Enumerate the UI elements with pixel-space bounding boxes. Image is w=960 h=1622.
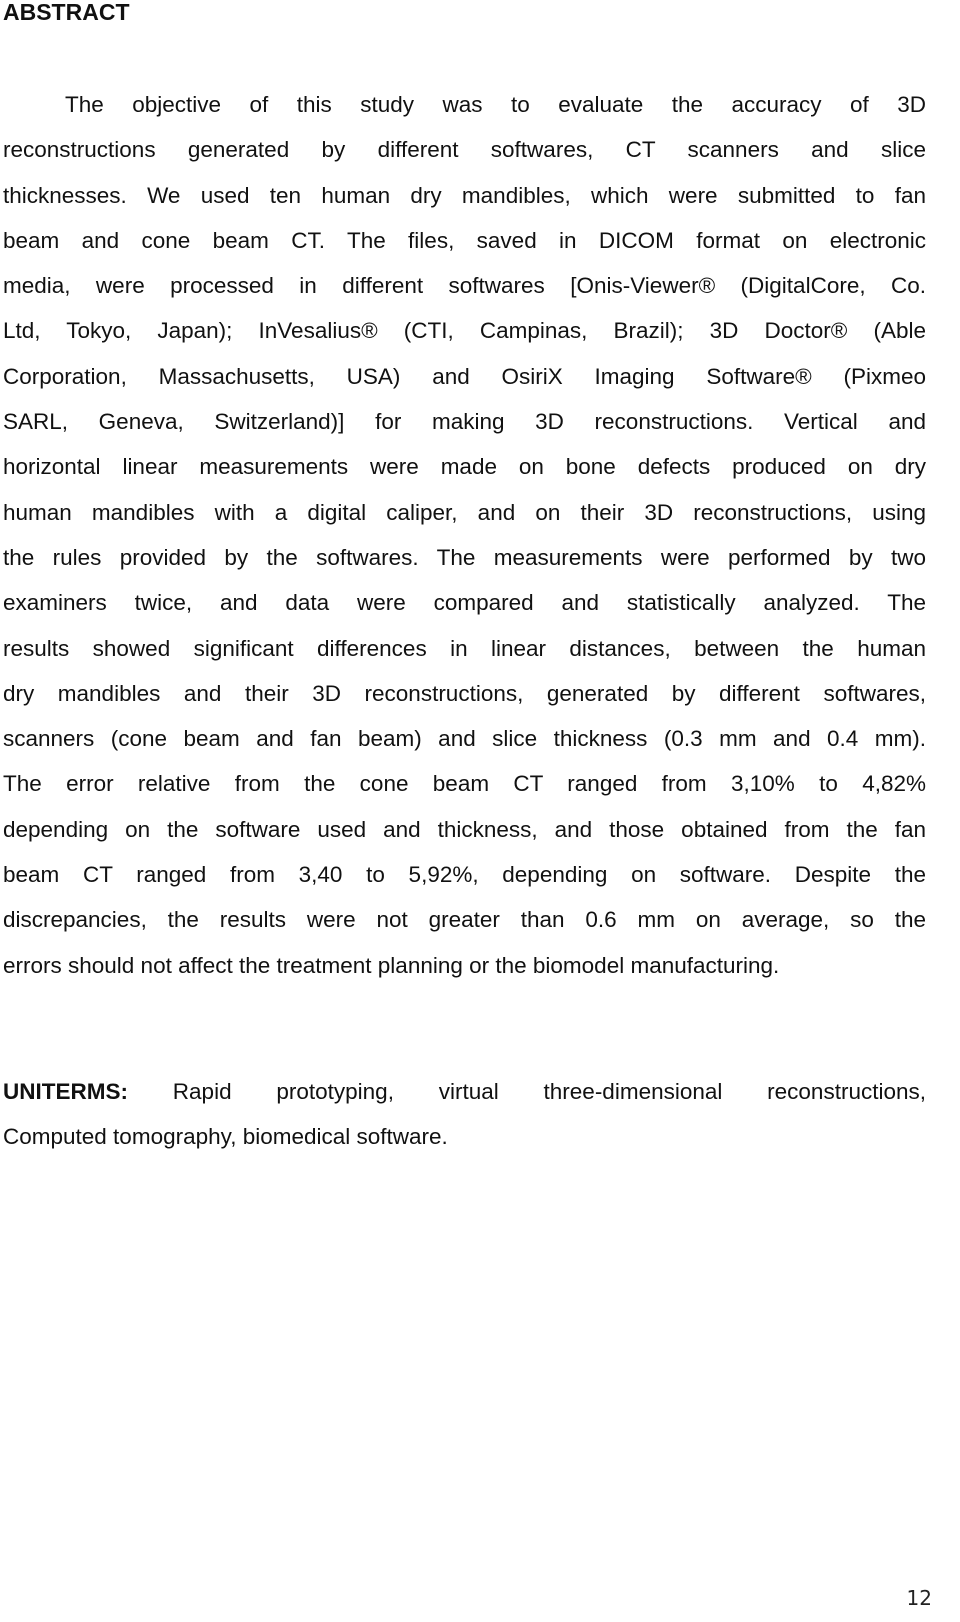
- uniterms-label: UNITERMS:: [3, 1079, 128, 1104]
- abstract-line: dry mandibles and their 3D reconstructio…: [3, 680, 926, 706]
- uniterms-line: UNITERMS: Rapid prototyping, virtual thr…: [3, 1069, 926, 1114]
- abstract-paragraph: The objective of this study was to evalu…: [3, 82, 926, 988]
- abstract-line: scanners (cone beam and fan beam) and sl…: [3, 726, 926, 752]
- abstract-line: Ltd, Tokyo, Japan); InVesalius® (CTI, Ca…: [3, 318, 926, 344]
- uniterms-section: UNITERMS: Rapid prototyping, virtual thr…: [3, 1069, 926, 1160]
- abstract-line: reconstructions generated by different s…: [3, 137, 926, 163]
- abstract-line: results showed significant differences i…: [3, 635, 926, 661]
- abstract-line: depending on the software used and thick…: [3, 816, 926, 842]
- abstract-line: examiners twice, and data were compared …: [3, 590, 926, 616]
- abstract-line: discrepancies, the results were not grea…: [3, 907, 926, 933]
- abstract-heading: ABSTRACT: [3, 0, 130, 25]
- abstract-line: beam CT ranged from 3,40 to 5,92%, depen…: [3, 862, 926, 888]
- page-number: 12: [906, 1586, 932, 1610]
- abstract-line: the rules provided by the softwares. The…: [3, 544, 926, 570]
- abstract-line: errors should not affect the treatment p…: [3, 952, 780, 978]
- abstract-line: Corporation, Massachusetts, USA) and Osi…: [3, 363, 926, 389]
- abstract-line: The objective of this study was to evalu…: [65, 92, 926, 117]
- uniterms-keywords-continued: Computed tomography, biomedical software…: [3, 1124, 448, 1150]
- abstract-line: SARL, Geneva, Switzerland)] for making 3…: [3, 409, 926, 435]
- uniterms-keywords: Rapid prototyping, virtual three-dimensi…: [172, 1079, 926, 1104]
- abstract-line: horizontal linear measurements were made…: [3, 454, 926, 480]
- abstract-line: human mandibles with a digital caliper, …: [3, 499, 926, 525]
- abstract-line: The error relative from the cone beam CT…: [3, 771, 926, 797]
- abstract-line: media, were processed in different softw…: [3, 273, 926, 299]
- abstract-line: beam and cone beam CT. The files, saved …: [3, 227, 926, 253]
- abstract-line: thicknesses. We used ten human dry mandi…: [3, 182, 926, 208]
